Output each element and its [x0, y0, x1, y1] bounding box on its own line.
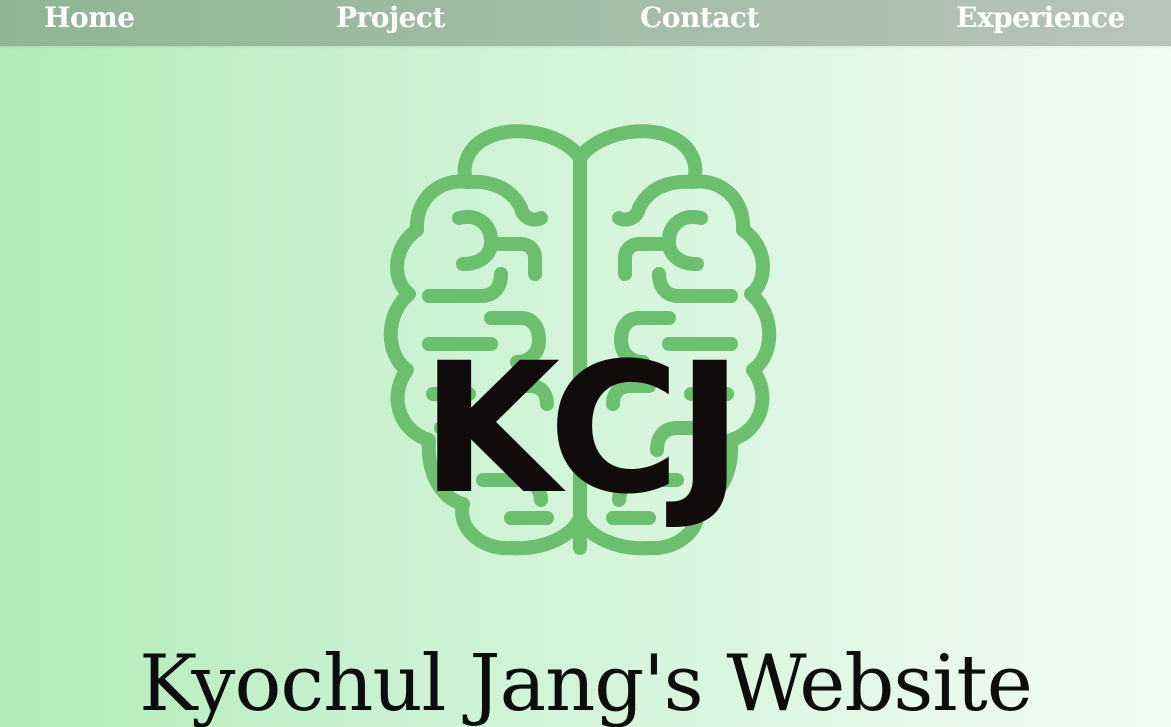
logo-letters: KCJ — [420, 325, 743, 534]
top-navigation-bar: Home Project Contact Experience — [0, 0, 1171, 46]
nav-link-contact[interactable]: Contact — [640, 0, 759, 36]
nav-link-project[interactable]: Project — [336, 0, 445, 36]
page-title: Kyochul Jang's Website — [139, 639, 1033, 727]
site-logo: KCJ — [371, 118, 789, 562]
nav-link-home[interactable]: Home — [44, 0, 135, 36]
nav-link-experience[interactable]: Experience — [956, 0, 1125, 36]
